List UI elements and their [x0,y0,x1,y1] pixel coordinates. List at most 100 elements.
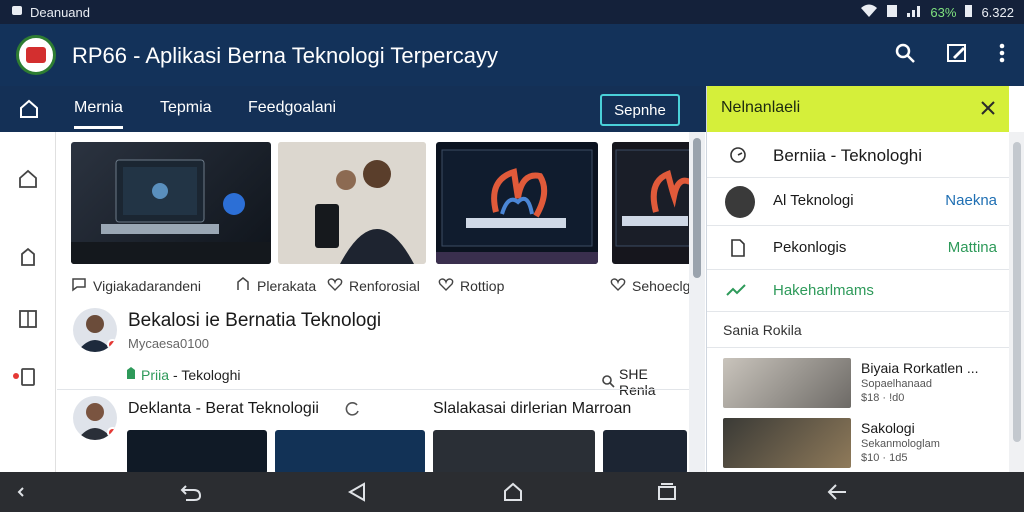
search-button[interactable]: Sepnhe [600,94,680,126]
post-right-title[interactable]: Slalakasai dirlerian Marroan [433,400,631,418]
book-icon[interactable] [17,308,39,330]
divider [57,389,689,390]
post-2[interactable]: Deklanta - Berat Teknologii Slalakasai d… [71,394,687,472]
refresh-icon[interactable] [345,401,361,422]
share-icon [235,276,251,295]
post-title[interactable]: Deklanta - Berat Teknologii [128,400,319,418]
post-tag[interactable]: Priia - Tekologhi [125,366,240,383]
panel-item-4[interactable]: Hakeharlmams [707,270,1009,312]
card-title[interactable]: Sakologi [861,420,915,436]
side-rail [0,132,56,472]
panel-item-action[interactable]: Mattina [948,239,997,256]
panel-item-1[interactable]: Berniia - Teknologhi [707,132,1009,178]
sim-icon [886,4,898,21]
main-feed: Vigiakadarandeni Plerakata Renforosial R… [57,132,689,472]
action-label: Sehoeclg [632,277,689,294]
notification-icon[interactable] [17,246,39,268]
card-title[interactable]: Biyaia Rorkatlen ... [861,360,979,376]
home-tab-icon[interactable] [18,98,40,125]
avatar[interactable] [73,308,117,352]
video-thumbnail-5[interactable] [127,430,267,472]
tag-label: - Tekologhi [173,366,241,383]
edit-icon[interactable] [946,42,968,69]
comment-icon [71,276,87,295]
clock-icon [729,146,747,169]
tab-tepmia[interactable]: Tepmia [160,99,212,117]
doc-icon [729,238,747,263]
action-label: Rottiop [460,277,505,294]
panel-title: Nelnanlaeli [721,99,801,116]
post-meta: Mycaesa0100 [128,336,209,351]
undo-icon[interactable] [180,482,202,502]
tab-bar: Mernia Tepmia Feedgoalani Sepnhe [0,86,706,132]
heart-icon [610,276,626,295]
card-thumbnail[interactable] [723,418,851,468]
status-bar: Deanuand 63% 6.322 [0,0,1024,24]
tab-feedgoalani[interactable]: Feedgoalani [248,99,336,117]
panel-section: Sania Rokila [707,312,1009,348]
panel-item-label: Berniia - Teknologhi [773,146,922,165]
card-subtitle: Sekanmologlam [861,438,940,450]
app-bar: RP66 - Aplikasi Berna Teknologi Terperca… [0,24,1024,86]
arrow-back-icon[interactable] [826,482,848,502]
back-icon[interactable] [346,482,368,502]
signal-icon [906,4,922,21]
action-like[interactable]: Renforosial [327,276,420,295]
clock-time: 6.322 [981,5,1014,20]
heart-icon [327,276,343,295]
video-thumbnail-1[interactable] [71,142,271,264]
action-comment[interactable]: Vigiakadarandeni [71,276,201,295]
wifi-icon [860,4,878,21]
video-thumbnail-3[interactable] [436,142,598,264]
tab-mernia[interactable]: Mernia [74,99,123,129]
tag-icon [125,366,137,383]
action-label: Plerakata [257,277,317,294]
video-thumbnail-4[interactable] [612,142,689,264]
action-like-3[interactable]: Sehoeclg [610,276,689,295]
card-stats: $18 · !d0 [861,392,905,404]
more-vert-icon[interactable] [998,42,1006,69]
video-thumbnail-2[interactable] [278,142,426,264]
action-like-2[interactable]: Rottiop [438,276,504,295]
video-thumbnail-6[interactable] [275,430,425,472]
panel-card-1[interactable]: Biyaia Rorkatlen ... Sopaelhanaad $18 · … [707,352,1009,410]
dot-icon [16,482,38,502]
video-thumbnail-8[interactable] [603,430,687,472]
device-icon[interactable] [17,366,39,388]
post-1[interactable]: Bekalosi ie Bernatia Teknologi Mycaesa01… [71,306,681,398]
panel-scrollbar[interactable] [1009,132,1024,472]
panel-item-label: Hakeharlmams [773,282,874,299]
panel-item-2[interactable]: Al Teknologi Naekna [707,178,1009,226]
action-share[interactable]: Plerakata [235,276,316,295]
card-subtitle: Sopaelhanaad [861,378,932,390]
main-scrollbar[interactable] [689,132,705,472]
panel-item-label: Pekonlogis [773,239,847,256]
panel-card-2[interactable]: Sakologi Sekanmologlam $10 · 1d5 [707,412,1009,470]
recents-icon[interactable] [656,482,678,502]
battery-icon [964,4,973,21]
avatar[interactable] [73,396,117,440]
panel-item-3[interactable]: Pekonlogis Mattina [707,226,1009,270]
battery-level: 63% [930,5,957,20]
action-row: Vigiakadarandeni Plerakata Renforosial R… [57,276,689,298]
close-icon[interactable] [979,99,997,122]
search-icon[interactable] [894,42,916,69]
app-title: RP66 - Aplikasi Berna Teknologi Terperca… [72,43,498,68]
panel-item-action[interactable]: Naekna [945,192,997,209]
app-logo[interactable] [16,35,56,75]
post-title[interactable]: Bekalosi ie Bernatia Teknologi [128,310,381,332]
card-thumbnail[interactable] [723,358,851,408]
action-label: Renforosial [349,277,420,294]
card-stats: $10 · 1d5 [861,452,908,464]
heart-icon [438,276,454,295]
notification-icon [10,4,24,21]
panel-header: Nelnanlaeli [707,86,1009,132]
thumbnail-icon [725,186,755,218]
home-nav-icon[interactable] [502,482,524,502]
video-thumbnail-7[interactable] [433,430,595,472]
side-panel: Nelnanlaeli Berniia - Teknologhi Al Tekn… [706,86,1024,472]
tag-prefix: Priia [141,366,170,383]
section-title: Sania Rokila [723,322,802,338]
carrier-label: Deanuand [30,5,90,20]
home-icon[interactable] [17,168,39,190]
